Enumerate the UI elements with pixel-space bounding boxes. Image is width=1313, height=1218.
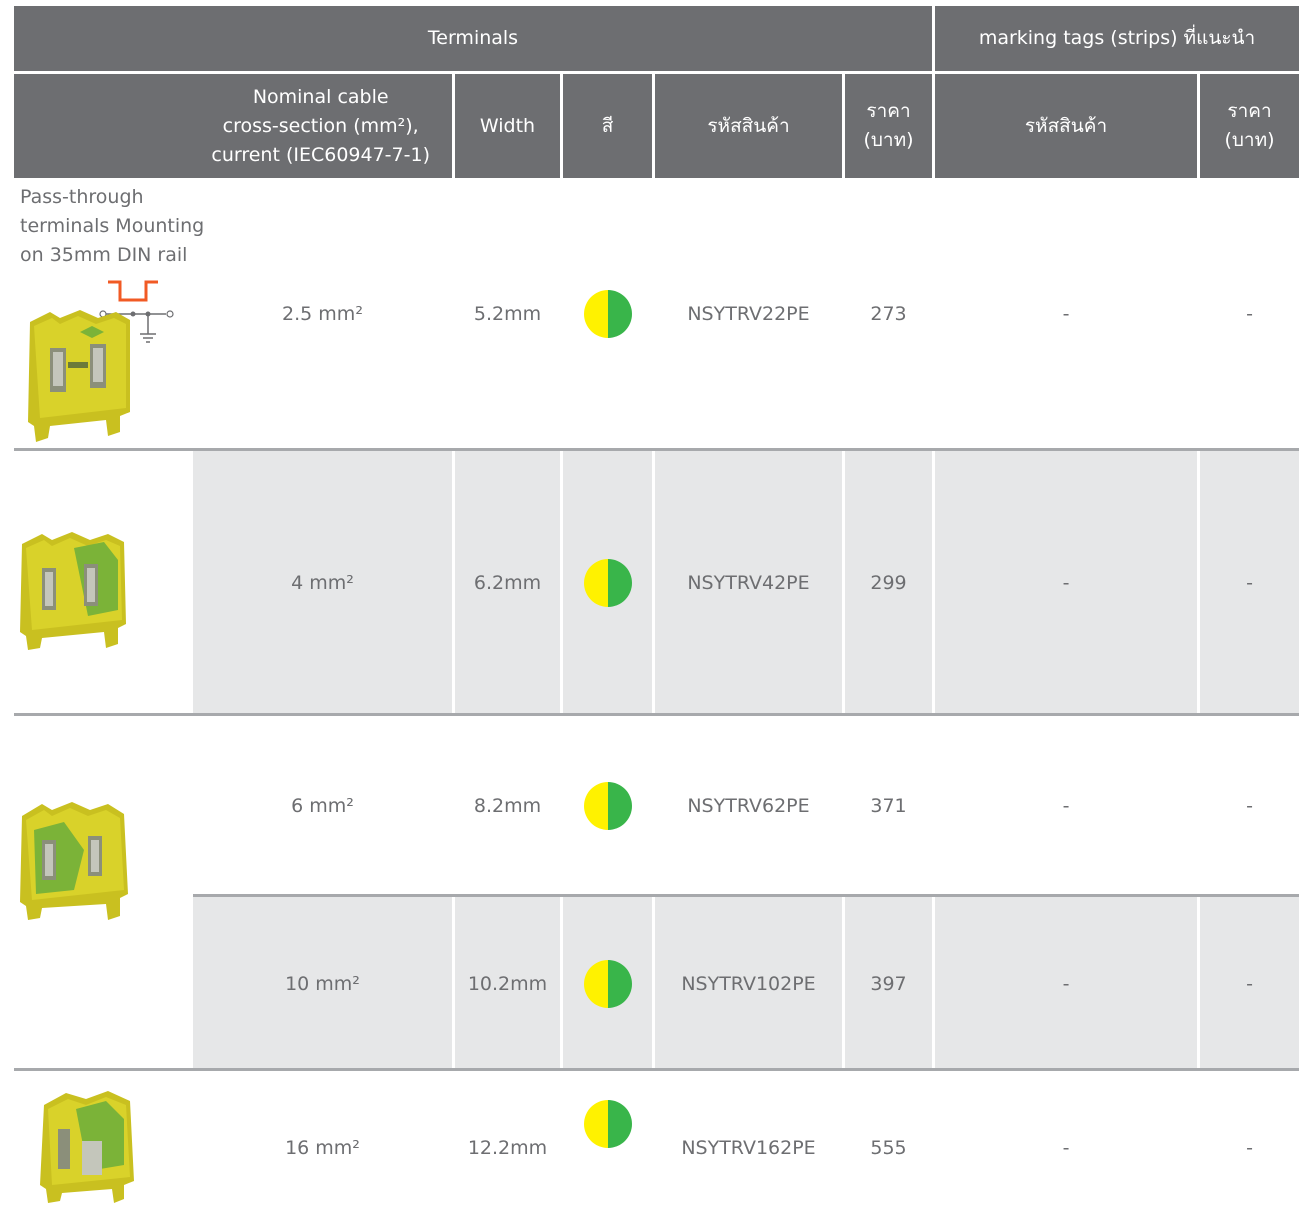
description-line3: on 35mm DIN rail	[20, 244, 188, 266]
cell-price: 273	[870, 303, 907, 325]
cell-width: 5.2mm	[473, 303, 542, 325]
header-price-line2: (บาท)	[863, 129, 914, 151]
cell-product-code: NSYTRV22PE	[687, 303, 810, 325]
header-color-label: สี	[601, 114, 614, 137]
terminal-block-image	[40, 1091, 134, 1203]
header-color: สี	[563, 74, 652, 178]
cell-tag-price: -	[1246, 303, 1253, 325]
header-nominal-line2: cross-section (mm²),	[222, 114, 419, 137]
cell-tag-code: -	[1062, 303, 1070, 325]
cell-cross-section: 6 mm²	[291, 795, 354, 817]
row-divider	[14, 1068, 1299, 1071]
header-width-label: Width	[479, 114, 536, 137]
cell-color	[563, 960, 652, 1008]
header-product-code-label: รหัสสินค้า	[707, 114, 790, 137]
header-terminals-label: Terminals	[427, 27, 519, 49]
header-product-code: รหัสสินค้า	[655, 74, 842, 178]
header-tag-price-line1: ราคา	[1227, 100, 1272, 122]
header-price: ราคา (บาท)	[845, 74, 932, 178]
row-divider	[193, 894, 1299, 897]
cell-product-code: NSYTRV102PE	[681, 973, 816, 995]
cell-width: 10.2mm	[467, 973, 548, 995]
header-nominal-line1: Nominal cable	[252, 85, 389, 108]
yellow-green-icon	[583, 960, 632, 1008]
description-line2: terminals Mounting	[20, 215, 205, 237]
cell-cross-section: 2.5 mm²	[282, 303, 363, 325]
cell-tag-code: -	[1062, 795, 1070, 817]
yellow-green-icon	[583, 559, 632, 607]
cell-width: 6.2mm	[473, 572, 542, 594]
cell-price: 371	[870, 795, 907, 817]
terminal-block-image	[20, 802, 128, 920]
header-marking-tags-label: marking tags (strips) ที่แนะนำ	[978, 27, 1256, 49]
cell-tag-price: -	[1246, 1137, 1253, 1159]
header-tag-price: ราคา (บาท)	[1200, 74, 1299, 178]
row-divider	[14, 448, 1299, 451]
cell-tag-code: -	[1062, 973, 1070, 995]
cell-price: 397	[870, 973, 907, 995]
cell-color	[563, 290, 652, 338]
header-width: Width	[455, 74, 560, 178]
cell-product-code: NSYTRV42PE	[687, 572, 810, 594]
cell-tag-code: -	[1062, 572, 1070, 594]
header-marking-tags: marking tags (strips) ที่แนะนำ	[935, 6, 1299, 71]
cell-tag-price: -	[1246, 973, 1253, 995]
cell-tag-code: -	[1062, 1137, 1070, 1159]
cell-price: 555	[870, 1137, 907, 1159]
product-description: Pass-through terminals Mounting on 35mm …	[20, 183, 210, 270]
terminal-block-image	[20, 532, 126, 650]
yellow-green-icon	[583, 1100, 632, 1148]
cell-color	[563, 559, 652, 607]
row-divider	[14, 713, 1299, 716]
cell-product-code: NSYTRV62PE	[687, 795, 810, 817]
cell-cross-section: 4 mm²	[291, 572, 354, 594]
cell-width: 8.2mm	[473, 795, 542, 817]
description-line1: Pass-through	[20, 186, 144, 208]
cell-price: 299	[870, 572, 907, 594]
header-tag-price-line2: (บาท)	[1224, 129, 1275, 151]
header-nominal-section: Nominal cable cross-section (mm²), curre…	[14, 74, 452, 178]
cell-cross-section: 16 mm²	[285, 1137, 360, 1159]
cell-width: 12.2mm	[467, 1137, 548, 1159]
header-price-line1: ราคา	[866, 100, 911, 122]
cell-color	[563, 782, 652, 830]
yellow-green-icon	[583, 290, 632, 338]
cell-tag-price: -	[1246, 572, 1253, 594]
cell-product-code: NSYTRV162PE	[681, 1137, 816, 1159]
header-terminals: Terminals	[14, 6, 932, 71]
yellow-green-icon	[583, 782, 632, 830]
cell-tag-price: -	[1246, 795, 1253, 817]
header-nominal-line3: current (IEC60947-7-1)	[211, 143, 430, 166]
terminal-block-image	[28, 280, 174, 442]
header-tag-code: รหัสสินค้า	[935, 74, 1197, 178]
header-tag-code-label: รหัสสินค้า	[1024, 114, 1108, 137]
cell-color	[563, 1100, 652, 1148]
cell-cross-section: 10 mm²	[285, 973, 360, 995]
